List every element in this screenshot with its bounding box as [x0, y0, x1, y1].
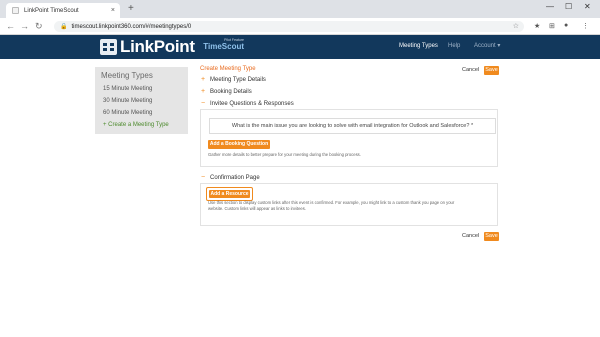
- section-invitee-questions[interactable]: − Invitee Questions & Responses: [201, 100, 294, 107]
- sidebar-item-30-minute[interactable]: 30 Minute Meeting: [103, 98, 152, 104]
- lock-icon: 🔒: [60, 24, 68, 30]
- nav-help[interactable]: Help: [448, 41, 460, 51]
- browser-tab[interactable]: LinkPoint TimeScout ×: [6, 3, 120, 18]
- minimize-icon[interactable]: —: [546, 2, 554, 11]
- url-text: timescout.linkpoint360.com/#/meetingtype…: [71, 23, 192, 30]
- meeting-types-sidebar: Meeting Types 15 Minute Meeting 30 Minut…: [95, 67, 188, 134]
- section-label: Confirmation Page: [210, 174, 260, 181]
- new-tab-button[interactable]: +: [128, 3, 134, 15]
- section-label: Invitee Questions & Responses: [210, 100, 294, 107]
- booking-question-text: What is the main issue you are looking t…: [231, 123, 474, 129]
- url-input[interactable]: 🔒 timescout.linkpoint360.com/#/meetingty…: [54, 21, 524, 32]
- maximize-icon[interactable]: ☐: [565, 2, 572, 11]
- window-close-icon[interactable]: ✕: [584, 2, 591, 11]
- linkpoint-logo[interactable]: LinkPoint Pilot Feature TimeScout: [100, 37, 244, 57]
- nav-meeting-types[interactable]: Meeting Types: [399, 41, 438, 51]
- reload-icon[interactable]: ↻: [35, 21, 43, 31]
- expand-icon: +: [201, 76, 206, 83]
- bookmark-star-icon[interactable]: ☆: [513, 22, 519, 30]
- sidebar-item-create-meeting-type[interactable]: + Create a Meeting Type: [103, 122, 169, 128]
- section-meeting-type-details[interactable]: + Meeting Type Details: [201, 76, 266, 83]
- calendar-logo-icon: [100, 39, 117, 55]
- booking-question-item[interactable]: What is the main issue you are looking t…: [209, 118, 496, 134]
- collapse-icon: −: [201, 100, 206, 107]
- browser-tab-bar: LinkPoint TimeScout × + — ☐ ✕: [0, 0, 600, 18]
- favicon-icon: [12, 7, 19, 14]
- browser-menu-icon[interactable]: ⋮: [582, 22, 589, 30]
- address-bar-row: ← → ↻ 🔒 timescout.linkpoint360.com/#/mee…: [0, 18, 600, 35]
- page-title: Create Meeting Type: [200, 66, 256, 72]
- section-label: Booking Details: [210, 88, 252, 95]
- logo-subtitle: Pilot Feature TimeScout: [194, 38, 244, 52]
- add-resource-button[interactable]: Add a Resource: [209, 190, 250, 198]
- nav-account[interactable]: Account ▾: [474, 41, 500, 51]
- cancel-button-bottom[interactable]: Cancel: [462, 233, 480, 239]
- sidebar-title: Meeting Types: [101, 71, 153, 80]
- resource-help-line-2: website. Custom links will appear as lin…: [208, 206, 306, 211]
- profile-avatar-icon[interactable]: ●: [564, 22, 568, 29]
- app-header: LinkPoint Pilot Feature TimeScout: [0, 35, 600, 59]
- extensions-puzzle-icon[interactable]: ⊞: [549, 22, 555, 30]
- add-booking-question-button[interactable]: Add a Booking Question: [208, 140, 270, 149]
- tab-close-icon[interactable]: ×: [111, 7, 115, 14]
- sidebar-item-15-minute[interactable]: 15 Minute Meeting: [103, 86, 152, 92]
- cancel-button-top[interactable]: Cancel: [462, 67, 480, 73]
- section-confirmation-page[interactable]: − Confirmation Page: [201, 174, 260, 181]
- timescout-label: TimeScout: [203, 42, 244, 51]
- back-icon[interactable]: ←: [6, 21, 15, 31]
- logo-main-text: LinkPoint: [120, 37, 195, 56]
- booking-question-help: Gather more details to better prepare fo…: [208, 152, 361, 157]
- section-booking-details[interactable]: + Booking Details: [201, 88, 252, 95]
- sidebar-item-60-minute[interactable]: 60 Minute Meeting: [103, 110, 152, 116]
- extension-star-icon[interactable]: ★: [534, 22, 540, 30]
- tab-title: LinkPoint TimeScout: [24, 7, 79, 14]
- expand-icon: +: [201, 88, 206, 95]
- collapse-icon: −: [201, 174, 206, 181]
- section-label: Meeting Type Details: [210, 76, 266, 83]
- forward-icon[interactable]: →: [20, 21, 29, 31]
- save-button-top[interactable]: Save: [484, 66, 499, 75]
- save-button-bottom[interactable]: Save: [484, 232, 499, 241]
